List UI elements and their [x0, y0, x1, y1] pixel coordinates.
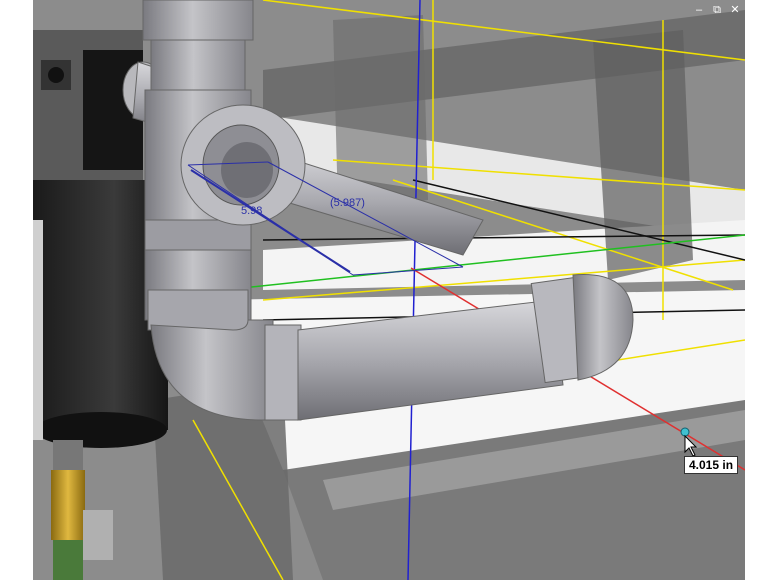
top-nut [142, 0, 254, 41]
elbow-collar [264, 324, 302, 421]
green-hose [53, 540, 83, 580]
hose-fitting [83, 510, 113, 560]
drain-nut [53, 440, 83, 470]
brass-fitting [51, 470, 85, 540]
cad-viewport[interactable]: 5.98 (5.987) – ⧉ ✕ [33, 0, 745, 580]
dimension-label-b[interactable]: (5.987) [330, 197, 365, 209]
top-coupling [150, 39, 246, 91]
sight-glass [33, 220, 43, 440]
dimension-label-a[interactable]: 5.98 [241, 205, 262, 217]
snap-point-icon[interactable] [680, 427, 690, 437]
lower-coupling [147, 289, 249, 331]
close-button[interactable]: ✕ [729, 4, 741, 16]
measurement-readout: 4.015 in [684, 456, 739, 474]
cad-scene[interactable]: 5.98 (5.987) [33, 0, 745, 580]
minimize-button[interactable]: – [693, 4, 705, 16]
regulator-knob-face [48, 67, 64, 83]
restore-button[interactable]: ⧉ [711, 4, 723, 16]
tee-port-thread [221, 142, 273, 198]
